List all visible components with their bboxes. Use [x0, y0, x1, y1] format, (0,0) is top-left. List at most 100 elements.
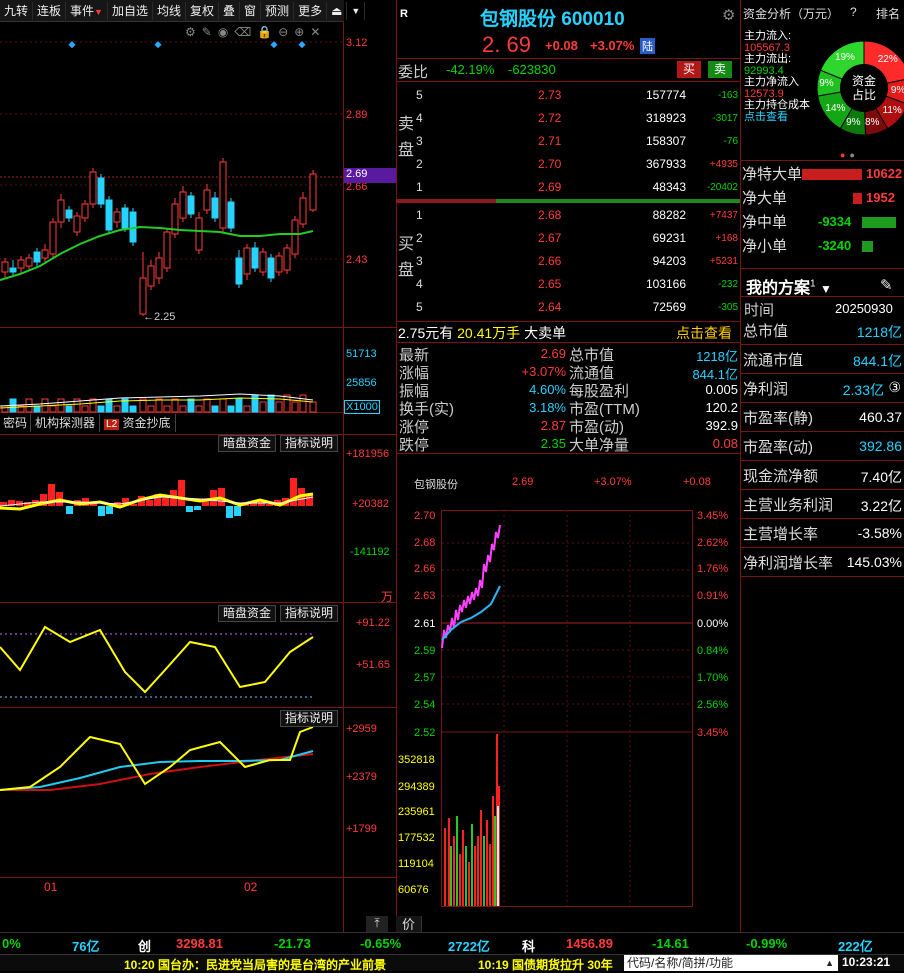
- r-icon: R: [400, 8, 408, 20]
- level-change: -163: [717, 90, 738, 101]
- intraday-vol-tick: 60676: [398, 884, 429, 896]
- plan-row-label: 主营增长率: [743, 526, 819, 543]
- tab-capital-bottom[interactable]: L2 资金抄底: [100, 414, 176, 432]
- level-price: 2.70: [538, 157, 562, 171]
- intraday-volume-bar: [459, 854, 461, 906]
- toolbar-btn-ma[interactable]: 均线: [153, 1, 186, 20]
- volume-bar: [129, 405, 137, 413]
- news-item[interactable]: 10:19 国债期货拉升 30年: [478, 956, 624, 973]
- sell-button[interactable]: 卖: [708, 61, 732, 78]
- chevron-down-icon[interactable]: ▼: [347, 1, 366, 20]
- intraday-price-tick: 2.63: [414, 590, 436, 602]
- volume-bar: [89, 398, 97, 413]
- toolbar-btn-adjust[interactable]: 复权: [186, 1, 220, 20]
- intraday-price-tick: 2.61: [414, 618, 436, 630]
- intraday-volume-bar: [462, 830, 464, 906]
- toolbar-btn-window[interactable]: 窗: [240, 1, 262, 20]
- volume-bar: [299, 394, 307, 413]
- sell-level-row[interactable]: 5 2.73 157774 -163: [396, 84, 740, 107]
- index-item[interactable]: 76亿: [72, 936, 99, 955]
- rank-link[interactable]: 排名: [876, 5, 900, 22]
- gear-icon[interactable]: ⚙: [722, 6, 735, 24]
- hidden-funds-button-2[interactable]: 暗盘资金: [218, 605, 277, 622]
- hidden-funds-button[interactable]: 暗盘资金: [218, 435, 277, 452]
- info-icon[interactable]: ③: [888, 379, 901, 396]
- toolbar-btn-jiuzhuan[interactable]: 九转: [0, 1, 34, 20]
- candle-body: [105, 199, 113, 231]
- buy-level-row[interactable]: 3 2.66 94203 +5231: [396, 250, 740, 273]
- level-price: 2.72: [538, 111, 562, 125]
- level: 4: [416, 277, 423, 291]
- sell-level-row[interactable]: 4 2.72 318923 -3017: [396, 107, 740, 130]
- chevron-up-icon[interactable]: ▲: [825, 955, 834, 971]
- plan-title[interactable]: 我的方案1 ▼: [746, 274, 832, 298]
- indicator-explain-button[interactable]: 指标说明: [280, 435, 339, 452]
- collapse-icon[interactable]: ⏏: [327, 1, 348, 20]
- holding-cost-link[interactable]: 点击查看: [744, 111, 810, 124]
- level-change: -20402: [706, 182, 738, 193]
- tab-institution-detector[interactable]: 机构探测器: [31, 414, 101, 432]
- candle-body: [309, 173, 317, 211]
- level-change: -232: [717, 279, 738, 290]
- index-item[interactable]: -0.65%: [360, 936, 401, 951]
- exchange-badge: 陆: [640, 38, 655, 54]
- index-item[interactable]: 2722亿: [448, 936, 490, 955]
- toolbar-btn-events[interactable]: 事件▼: [66, 1, 108, 20]
- big-order-alert[interactable]: 2.75元有 20.41万手 大卖单: [398, 323, 566, 343]
- index-item[interactable]: -0.99%: [746, 936, 787, 951]
- buy-level-row[interactable]: 4 2.65 103166 -232: [396, 273, 740, 296]
- current-price-tag: 2.69: [344, 168, 396, 183]
- net-flow-label: 净特大单: [742, 166, 803, 183]
- sell-level-row[interactable]: 1 2.69 48343 -20402: [396, 176, 740, 199]
- plan-row-label: 流通市值: [743, 352, 804, 369]
- buy-button[interactable]: 买: [677, 61, 701, 78]
- news-item[interactable]: 10:20 国台办：民进党当局害的是台湾的产业前景: [124, 956, 386, 973]
- indicator-explain-button-3[interactable]: 指标说明: [280, 710, 339, 727]
- level-change: -76: [723, 136, 738, 147]
- edit-icon[interactable]: ✎: [880, 276, 893, 294]
- left-chart-area[interactable]: [0, 22, 396, 932]
- tab-password[interactable]: 密码: [0, 414, 32, 432]
- buy-level-row[interactable]: 2 2.67 69231 +168: [396, 227, 740, 250]
- toolbar-btn-overlay[interactable]: 叠: [219, 1, 241, 20]
- pager-dots[interactable]: ●●: [840, 150, 859, 160]
- buy-level-row[interactable]: 1 2.68 88282 +7437: [396, 204, 740, 227]
- buy-level-row[interactable]: 5 2.64 72569 -305: [396, 296, 740, 319]
- intraday-price-tick: 2.57: [414, 672, 436, 684]
- help-icon[interactable]: ?: [850, 5, 857, 19]
- x-axis-label: 01: [44, 880, 58, 894]
- intraday-price-tick: 2.68: [414, 537, 436, 549]
- net-flow-value: -3240: [818, 238, 852, 253]
- index-item[interactable]: 0%: [2, 936, 21, 951]
- holding-cost-label: 主力持仓成本: [744, 99, 810, 111]
- intraday-pct-tick: 1.76%: [697, 563, 729, 575]
- index-item[interactable]: 创: [138, 936, 151, 955]
- index-item[interactable]: 3298.81: [176, 936, 223, 951]
- intraday-price: 2.69: [512, 476, 534, 488]
- index-item[interactable]: 1456.89: [566, 936, 613, 951]
- candle-body: [73, 215, 81, 233]
- chevron-down-icon[interactable]: ▼: [820, 282, 832, 296]
- toolbar-btn-more[interactable]: 更多: [294, 1, 328, 20]
- intraday-volume-bar: [492, 796, 494, 906]
- index-item[interactable]: -14.61: [652, 936, 689, 951]
- sell-level-row[interactable]: 2 2.70 367933 +4935: [396, 153, 740, 176]
- index-item[interactable]: 222亿: [838, 936, 873, 955]
- view-big-order-link[interactable]: 点击查看: [676, 323, 732, 343]
- news-ticker: 10:20 国台办：民进党当局害的是台湾的产业前景 10:19 国债期货拉升 3…: [0, 954, 904, 973]
- pie-slice-label: 22%: [877, 54, 898, 66]
- toolbar-btn-add-watch[interactable]: 加自选: [108, 1, 153, 20]
- toolbar-btn-forecast[interactable]: 预测: [261, 1, 295, 20]
- index-item[interactable]: -21.73: [274, 936, 311, 951]
- volume-bar: [211, 405, 219, 413]
- volume-bar: [163, 405, 171, 413]
- index-item[interactable]: 科: [522, 936, 535, 955]
- intraday-chart[interactable]: [396, 500, 740, 915]
- dropdown-icon: ▼: [94, 6, 103, 17]
- x-axis-label: 02: [244, 880, 258, 894]
- sell-level-row[interactable]: 3 2.71 158307 -76: [396, 130, 740, 153]
- scroll-top-icon[interactable]: ⤒: [366, 916, 388, 932]
- search-input[interactable]: 代码/名称/简拼/功能 ▲: [624, 955, 838, 971]
- toolbar-btn-lianban[interactable]: 连板: [33, 1, 67, 20]
- indicator-explain-button-2[interactable]: 指标说明: [280, 605, 339, 622]
